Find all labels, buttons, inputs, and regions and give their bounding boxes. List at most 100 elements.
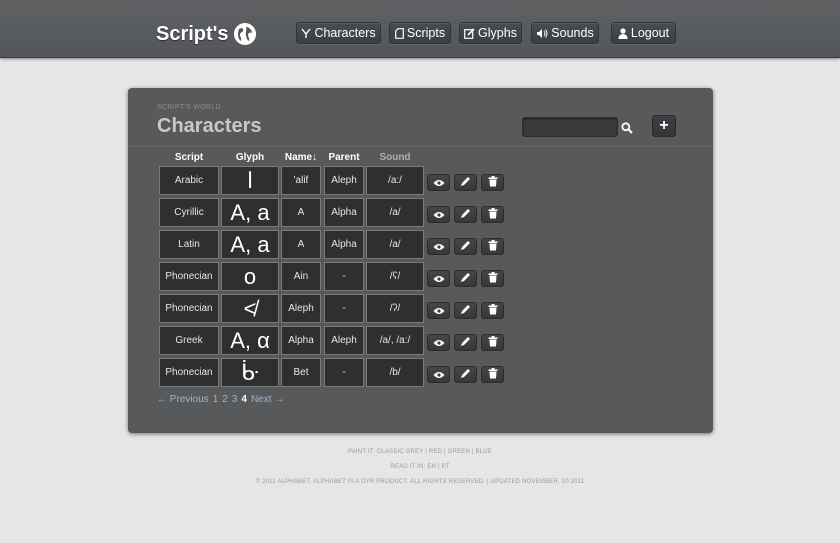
nav-sounds-label: Sounds bbox=[551, 26, 594, 40]
globe-icon bbox=[233, 23, 256, 45]
view-button[interactable] bbox=[427, 174, 450, 191]
nav-characters-label: Characters bbox=[314, 26, 376, 40]
cell-sound: /b/ bbox=[366, 358, 424, 387]
sort-down-icon: ↓ bbox=[312, 152, 318, 163]
cell-glyph: o bbox=[221, 262, 279, 291]
nav-scripts-button[interactable]: Scripts bbox=[389, 22, 451, 44]
delete-button[interactable] bbox=[481, 270, 504, 287]
delete-button[interactable] bbox=[481, 206, 504, 223]
nav-characters-button[interactable]: Characters bbox=[296, 22, 381, 44]
column-header-parent[interactable]: Parent bbox=[324, 151, 364, 165]
language-prefix: READ IT IN: bbox=[390, 464, 426, 470]
pencil-icon bbox=[460, 238, 471, 256]
pencil-icon bbox=[460, 270, 471, 288]
eye-icon bbox=[433, 174, 445, 192]
nav-glyphs-button[interactable]: Glyphs bbox=[459, 22, 522, 44]
eye-icon bbox=[433, 366, 445, 384]
glyphs-icon bbox=[464, 27, 475, 39]
plus-icon: + bbox=[659, 117, 669, 134]
trash-icon bbox=[488, 302, 498, 320]
cell-script: Phonecian bbox=[159, 358, 219, 387]
delete-button[interactable] bbox=[481, 174, 504, 191]
pagination: ← Previous 1 2 3 4 Next → bbox=[157, 392, 284, 406]
next-page-link[interactable]: Next → bbox=[251, 394, 284, 405]
pencil-icon bbox=[460, 174, 471, 192]
cell-parent: Aleph bbox=[324, 326, 364, 355]
cell-name: A bbox=[281, 230, 321, 259]
cell-sound: /a:/ bbox=[366, 166, 424, 195]
search-icon[interactable] bbox=[621, 121, 633, 134]
theme-blue-link[interactable]: BLUE bbox=[476, 449, 492, 455]
theme-green-link[interactable]: GREEN bbox=[448, 449, 470, 455]
column-header-script[interactable]: Script bbox=[159, 151, 219, 165]
cell-sound: /ʔ/ bbox=[366, 294, 424, 323]
theme-red-link[interactable]: RED bbox=[429, 449, 442, 455]
brand-name: Script's bbox=[156, 22, 229, 45]
header-divider bbox=[128, 146, 713, 147]
edit-button[interactable] bbox=[454, 174, 477, 191]
edit-button[interactable] bbox=[454, 270, 477, 287]
language-pt-link[interactable]: PT bbox=[442, 464, 450, 470]
top-navigation-bar: Script's Characters Scripts Glyphs Sound… bbox=[0, 0, 840, 58]
cell-script: Cyrillic bbox=[159, 198, 219, 227]
column-header-name[interactable]: Name↓ bbox=[281, 151, 321, 165]
delete-button[interactable] bbox=[481, 366, 504, 383]
nav-logout-button[interactable]: Logout bbox=[611, 22, 676, 44]
cell-sound: /a/ bbox=[366, 230, 424, 259]
cell-name: 'alif bbox=[281, 166, 321, 195]
view-button[interactable] bbox=[427, 334, 450, 351]
current-page: 4 bbox=[241, 393, 247, 405]
page-link[interactable]: 2 bbox=[222, 394, 228, 405]
view-button[interactable] bbox=[427, 238, 450, 255]
cell-parent: Alpha bbox=[324, 198, 364, 227]
cell-name: Ain bbox=[281, 262, 321, 291]
add-character-button[interactable]: + bbox=[652, 115, 676, 137]
trash-icon bbox=[488, 334, 498, 352]
edit-button[interactable] bbox=[454, 334, 477, 351]
search-input[interactable] bbox=[522, 117, 618, 137]
theme-classic-grey-link[interactable]: CLASSIC GREY bbox=[377, 449, 424, 455]
language-en-link[interactable]: EN bbox=[427, 464, 436, 470]
column-header-glyph[interactable]: Glyph bbox=[221, 151, 279, 165]
previous-page-link[interactable]: ← Previous bbox=[157, 394, 209, 405]
edit-button[interactable] bbox=[454, 238, 477, 255]
delete-button[interactable] bbox=[481, 334, 504, 351]
delete-button[interactable] bbox=[481, 302, 504, 319]
page-link[interactable]: 3 bbox=[232, 394, 238, 405]
eye-icon bbox=[433, 206, 445, 224]
section-kicker: SCRIPT'S WORLD bbox=[157, 104, 221, 111]
nav-glyphs-label: Glyphs bbox=[478, 26, 517, 40]
column-header-name-label: Name bbox=[284, 152, 313, 163]
user-icon bbox=[618, 27, 628, 39]
edit-button[interactable] bbox=[454, 302, 477, 319]
cell-name: Aleph bbox=[281, 294, 321, 323]
cell-parent: - bbox=[324, 358, 364, 387]
cell-glyph: A, a bbox=[221, 230, 279, 259]
delete-button[interactable] bbox=[481, 238, 504, 255]
brand-logo[interactable]: Script's bbox=[156, 22, 256, 46]
cell-glyph: ≮ bbox=[221, 294, 279, 323]
column-header-sound[interactable]: Sound Value bbox=[366, 151, 424, 177]
view-button[interactable] bbox=[427, 366, 450, 383]
page-link[interactable]: 1 bbox=[213, 394, 219, 405]
cell-parent: Alpha bbox=[324, 230, 364, 259]
trash-icon bbox=[488, 174, 498, 192]
language-selector: READ IT IN: EN | PT bbox=[390, 464, 450, 470]
cell-script: Latin bbox=[159, 230, 219, 259]
edit-button[interactable] bbox=[454, 366, 477, 383]
cell-parent: - bbox=[324, 294, 364, 323]
cell-glyph: ᒁ bbox=[221, 358, 279, 387]
nav-sounds-button[interactable]: Sounds bbox=[531, 22, 599, 44]
eye-icon bbox=[433, 238, 445, 256]
view-button[interactable] bbox=[427, 270, 450, 287]
cell-glyph: Α, α bbox=[221, 326, 279, 355]
view-button[interactable] bbox=[427, 302, 450, 319]
cell-parent: Aleph bbox=[324, 166, 364, 195]
scripts-icon bbox=[395, 27, 404, 39]
view-button[interactable] bbox=[427, 206, 450, 223]
page-title: Characters bbox=[157, 115, 262, 137]
edit-button[interactable] bbox=[454, 206, 477, 223]
cell-script: Phonecian bbox=[159, 294, 219, 323]
cell-script: Greek bbox=[159, 326, 219, 355]
cell-glyph: ا bbox=[221, 166, 279, 195]
